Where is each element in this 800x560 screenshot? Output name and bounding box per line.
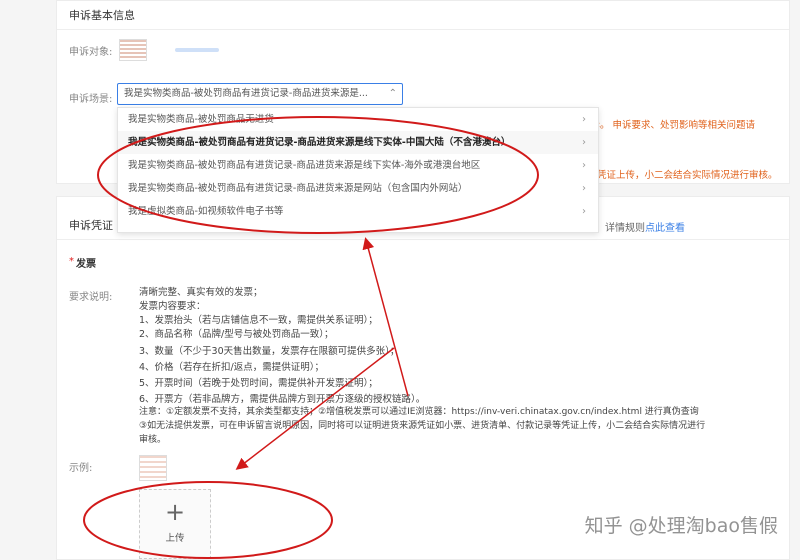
scene-dropdown: 我是实物类商品-被处罚商品无进货 › 我是实物类商品-被处罚商品有进货记录-商品… bbox=[117, 107, 599, 233]
dropdown-option[interactable]: 我是实物类商品-被处罚商品有进货记录-商品进货来源是线下实体-海外或港澳台地区 … bbox=[118, 154, 598, 177]
dropdown-option[interactable]: 我是实物类商品-被处罚商品无进货 › bbox=[118, 108, 598, 131]
chevron-right-icon: › bbox=[582, 160, 586, 171]
req-line: 清晰完整、真实有效的发票； bbox=[139, 287, 263, 298]
proof-card: 申诉凭证 虚假凭证处罚。详情规则点此查看 * 发票 要求说明: 清晰完整、真实有… bbox=[56, 196, 790, 560]
dropdown-option-selected[interactable]: 我是实物类商品-被处罚商品有进货记录-商品进货来源是线下实体-中国大陆（不含港澳… bbox=[118, 131, 598, 154]
option-label: 我是实物类商品-被处罚商品有进货记录-商品进货来源是线下实体-中国大陆（不含港澳… bbox=[128, 137, 511, 148]
divider bbox=[57, 29, 789, 30]
object-label: 申诉对象: bbox=[69, 47, 113, 58]
upload-button[interactable]: + 上传 bbox=[139, 489, 211, 559]
req-note: 注意：①定额发票不支持，其余类型都支持；②增值税发票可以通过IE浏览器：http… bbox=[139, 407, 699, 417]
sample-image[interactable] bbox=[139, 455, 167, 481]
req-line: 3、数量（不少于30天售出数量，发票存在限额可提供多张）； bbox=[139, 346, 400, 357]
option-label: 我是虚拟类商品-如视频软件电子书等 bbox=[128, 206, 284, 217]
required-mark: * bbox=[69, 256, 74, 267]
chevron-right-icon: › bbox=[582, 114, 586, 125]
req-line: 6、开票方（若非品牌方，需提供品牌方到开票方逐级的授权链路）。 bbox=[139, 394, 426, 405]
plus-icon: + bbox=[164, 498, 186, 526]
basic-info-title: 申诉基本信息 bbox=[69, 9, 135, 22]
watermark: 知乎 @处理淘bao售假 bbox=[584, 515, 778, 537]
req-line: 4、价格（若存在折扣/返点，需提供证明）； bbox=[139, 362, 324, 373]
divider bbox=[57, 239, 789, 240]
chevron-right-icon: › bbox=[582, 206, 586, 217]
req-line: 2、商品名称（品牌/型号与被处罚商品一致）； bbox=[139, 329, 334, 340]
scene-note-line2: 凭证上传，小二会结合实际情况进行审核。 bbox=[597, 170, 778, 181]
scene-select[interactable]: 我是实物类商品-被处罚商品有进货记录-商品进货来源是... ⌃ bbox=[117, 83, 403, 105]
upload-label: 上传 bbox=[165, 533, 185, 544]
basic-info-card: 申诉基本信息 申诉对象: 申诉场景: 我是实物类商品-被处罚商品有进货记录-商品… bbox=[56, 0, 790, 233]
dropdown-option[interactable]: 我是虚拟类商品-如视频软件电子书等 › bbox=[118, 200, 598, 223]
sample-label: 示例: bbox=[69, 463, 93, 474]
object-name-redacted bbox=[175, 48, 219, 52]
invoice-label: 发票 bbox=[76, 259, 96, 270]
chevron-right-icon: › bbox=[582, 183, 586, 194]
req-note: 审核。 bbox=[139, 435, 167, 445]
req-line: 5、开票时间（若晚于处罚时间，需提供补开发票证明）； bbox=[139, 378, 378, 389]
object-thumbnail bbox=[119, 39, 147, 61]
dropdown-option[interactable]: 我是实物类商品-被处罚商品有进货记录-商品进货来源是网站（包含国内外网站） › bbox=[118, 177, 598, 200]
proof-title: 申诉凭证 bbox=[69, 219, 113, 232]
req-line: 1、发票抬头（若与店铺信息不一致，需提供关系证明）； bbox=[139, 315, 378, 326]
rules-link[interactable]: 点此查看 bbox=[645, 223, 685, 234]
scene-select-value: 我是实物类商品-被处罚商品有进货记录-商品进货来源是... bbox=[124, 88, 368, 99]
option-label: 我是实物类商品-被处罚商品无进货 bbox=[128, 114, 274, 125]
option-label: 我是实物类商品-被处罚商品有进货记录-商品进货来源是网站（包含国内外网站） bbox=[128, 183, 468, 194]
requirements-label: 要求说明: bbox=[69, 292, 113, 303]
chevron-right-icon: › bbox=[582, 137, 586, 148]
req-note: ③如无法提供发票，可在申诉留言说明原因，同时将可以证明进货来源凭证如小票、进货清… bbox=[139, 421, 706, 431]
scene-label: 申诉场景: bbox=[69, 94, 113, 105]
option-label: 我是实物类商品-被处罚商品有进货记录-商品进货来源是线下实体-海外或港澳台地区 bbox=[128, 160, 481, 171]
req-line: 发票内容要求： bbox=[139, 301, 206, 312]
chevron-up-icon: ⌃ bbox=[388, 88, 397, 99]
